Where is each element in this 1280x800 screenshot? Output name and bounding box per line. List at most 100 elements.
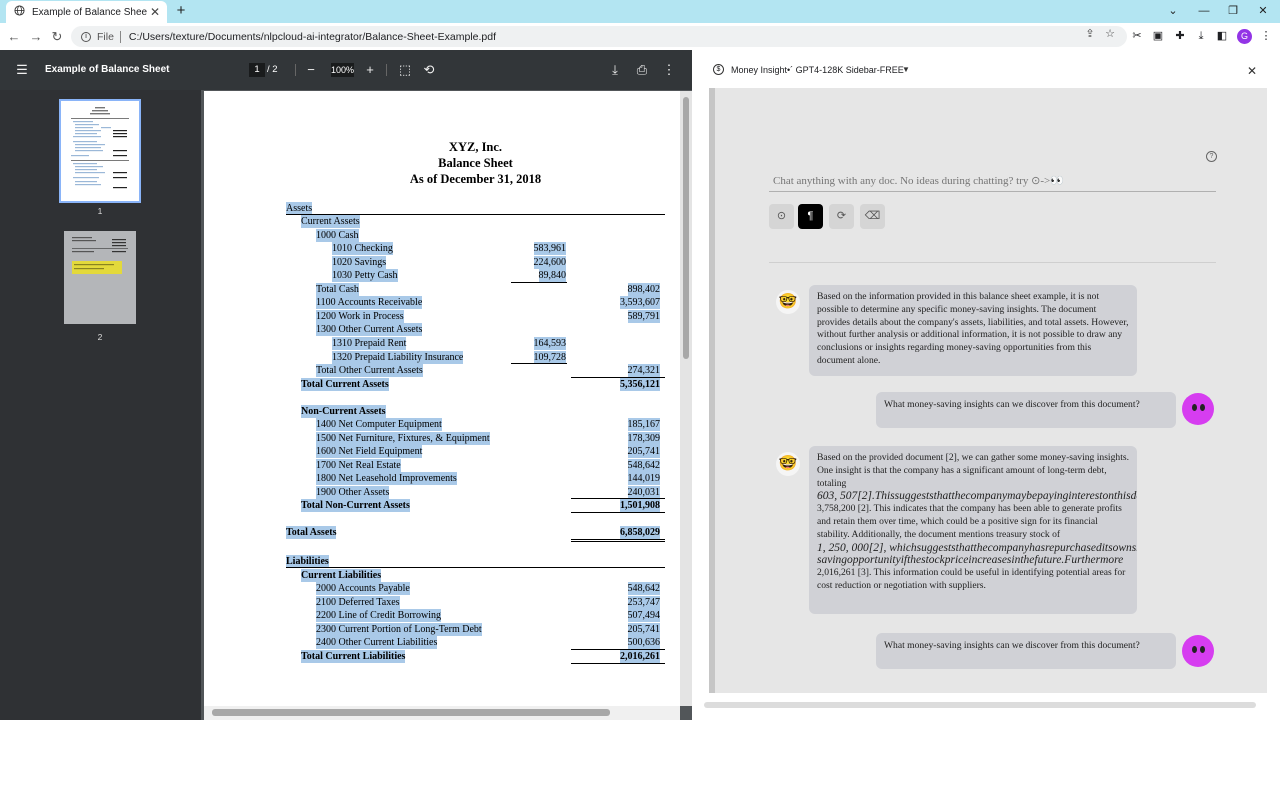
row-label: 1200 Work in Process — [316, 310, 404, 323]
row-label: 1310 Prepaid Rent — [332, 337, 407, 350]
subtotal-rule — [571, 512, 665, 513]
browser-menu-icon[interactable]: ⋮ — [1258, 28, 1274, 44]
row-detail-amount: 164,593 — [533, 337, 566, 350]
row-total-amount: 205,741 — [627, 623, 660, 636]
bot-message-math: 1, 250, 000[2], whichsuggeststhatthecomp… — [817, 541, 1137, 554]
thumbnail-page-1[interactable] — [59, 99, 141, 203]
bot-message-text: 2,016,261 [3]. This information could be… — [817, 567, 1126, 591]
print-icon[interactable]: ⎙ — [634, 62, 650, 78]
profile-avatar[interactable]: G — [1237, 29, 1252, 44]
row-total-amount: 253,747 — [627, 596, 660, 609]
address-bar[interactable]: i File C:/Users/texture/Documents/nlpclo… — [71, 26, 1127, 47]
row-label: Total Current Liabilities — [301, 650, 406, 663]
minimize-icon[interactable]: — — [1194, 3, 1214, 19]
zoom-input[interactable]: 100% — [331, 63, 354, 77]
balance-row: 2100 Deferred Taxes 253,747 — [204, 596, 680, 609]
site-info-icon[interactable]: i — [81, 31, 91, 42]
tab-title: Example of Balance Sheet — [32, 6, 147, 18]
window-close-icon[interactable]: ✕ — [1253, 3, 1273, 19]
balance-row: Total Cash 898,402 — [204, 283, 680, 296]
assets-rule — [286, 214, 665, 215]
row-detail-amount: 89,840 — [538, 269, 566, 282]
more-options-icon[interactable]: ⋮ — [661, 62, 677, 78]
sidebar-horizontal-scrollbar[interactable] — [704, 702, 1256, 708]
side-panel-icon[interactable]: ◧ — [1214, 28, 1230, 44]
row-label: 1400 Net Computer Equipment — [316, 418, 442, 431]
balance-row: 2300 Current Portion of Long-Term Debt 20… — [204, 623, 680, 636]
rotate-icon[interactable]: ⟲ — [421, 62, 437, 78]
downloads-icon[interactable]: ⤓ — [1193, 28, 1209, 44]
row-total-amount: 178,309 — [627, 432, 660, 445]
balance-row: 1600 Net Field Equipment 205,741 — [204, 445, 680, 458]
row-label: 1500 Net Furniture, Fixtures, & Equipmen… — [316, 432, 490, 445]
row-label: 2100 Deferred Taxes — [316, 596, 400, 609]
balance-row: 1020 Savings 224,600 — [204, 256, 680, 269]
extension-reader-icon[interactable]: ▣ — [1150, 28, 1166, 44]
chat-input[interactable] — [769, 170, 1216, 192]
thumbnail-page-2[interactable] — [64, 231, 136, 324]
forward-icon[interactable]: → — [27, 28, 45, 46]
tab-close-icon[interactable]: ✕ — [147, 5, 163, 19]
tab-search-icon[interactable]: ⌄ — [1163, 3, 1183, 19]
help-icon[interactable]: ? — [1206, 151, 1217, 162]
row-total-amount: 548,642 — [627, 582, 660, 595]
refresh-tool-button[interactable]: ⟳ — [829, 204, 854, 229]
row-label: Current Liabilities — [301, 569, 382, 582]
reload-icon[interactable]: ↻ — [48, 28, 66, 46]
subtotal-rule — [571, 649, 665, 650]
new-tab-button[interactable]: + — [172, 2, 190, 20]
balance-row: 1700 Net Real Estate 548,642 — [204, 459, 680, 472]
pdf-horizontal-scroll-thumb[interactable] — [212, 709, 610, 716]
dropdown-caret-icon[interactable]: ▼ — [902, 65, 910, 74]
assistant-selector[interactable]: $ Money Insight•´ GPT4-128K Sidebar-FREE — [713, 64, 904, 75]
row-total-amount: 1,501,908 — [620, 499, 660, 512]
pdf-page: XYZ, Inc. Balance Sheet As of December 3… — [204, 91, 680, 706]
extensions-puzzle-icon[interactable]: ✚ — [1172, 28, 1188, 44]
menu-hamburger-icon[interactable]: ☰ — [14, 62, 30, 78]
row-total-amount: 144,019 — [627, 472, 660, 485]
bot-message: Based on the provided document [2], we c… — [809, 446, 1137, 614]
address-separator — [119, 30, 121, 43]
fit-page-icon[interactable]: ⬚ — [397, 62, 413, 78]
target-tool-button[interactable]: ⊙ — [769, 204, 794, 229]
balance-row: 1030 Petty Cash 89,840 — [204, 269, 680, 282]
pdf-vertical-scroll-thumb[interactable] — [683, 97, 689, 359]
share-icon[interactable]: ⇪ — [1082, 26, 1098, 42]
extension-sidebar-icon[interactable]: ✂ — [1129, 28, 1145, 44]
bookmark-star-icon[interactable]: ☆ — [1102, 26, 1118, 42]
bot-message-math: savingopportunityifthestockpriceincrease… — [817, 554, 1124, 567]
row-label: 2300 Current Portion of Long-Term Debt — [316, 623, 482, 636]
paragraph-tool-button[interactable]: ¶ — [798, 204, 823, 229]
toolbar-divider — [386, 64, 387, 76]
user-message: What money-saving insights can we discov… — [876, 392, 1176, 428]
back-icon[interactable]: ← — [5, 28, 23, 46]
row-total-amount: 589,791 — [627, 310, 660, 323]
row-total-amount: 898,402 — [627, 283, 660, 296]
row-detail-amount: 583,961 — [533, 242, 566, 255]
row-label: Total Other Current Assets — [316, 364, 423, 377]
row-label: 2000 Accounts Payable — [316, 582, 410, 595]
bot-message-text: Based on the provided document [2], we c… — [817, 452, 1129, 489]
subtotal-rule — [511, 363, 567, 364]
doc-report-title: Balance Sheet — [438, 156, 513, 170]
balance-row: 2400 Other Current Liabilities 500,636 — [204, 636, 680, 649]
download-icon[interactable]: ⤓ — [607, 62, 623, 78]
bot-message: Based on the information provided in thi… — [809, 285, 1137, 376]
subtotal-rule — [571, 663, 665, 664]
row-label: 1020 Savings — [332, 256, 387, 269]
sidebar-close-icon[interactable]: ✕ — [1247, 64, 1257, 78]
row-label: 2400 Other Current Liabilities — [316, 636, 438, 649]
page-number-input[interactable]: 1 — [249, 63, 265, 77]
page-total: / 2 — [267, 64, 278, 75]
balance-row: Total Non-Current Assets 1,501,908 — [204, 499, 680, 512]
restore-icon[interactable]: ❐ — [1223, 3, 1243, 19]
tab-balance-sheet[interactable]: Example of Balance Sheet ✕ — [6, 1, 167, 23]
balance-row: 1000 Cash — [204, 229, 680, 242]
clear-tool-button[interactable]: ⌫ — [860, 204, 885, 229]
zoom-out-icon[interactable]: − — [303, 62, 319, 78]
zoom-in-icon[interactable]: + — [362, 62, 378, 78]
row-total-amount: 185,167 — [627, 418, 660, 431]
row-total-amount: 507,494 — [627, 609, 660, 622]
total-rule — [571, 541, 665, 542]
row-label: 1010 Checking — [332, 242, 393, 255]
